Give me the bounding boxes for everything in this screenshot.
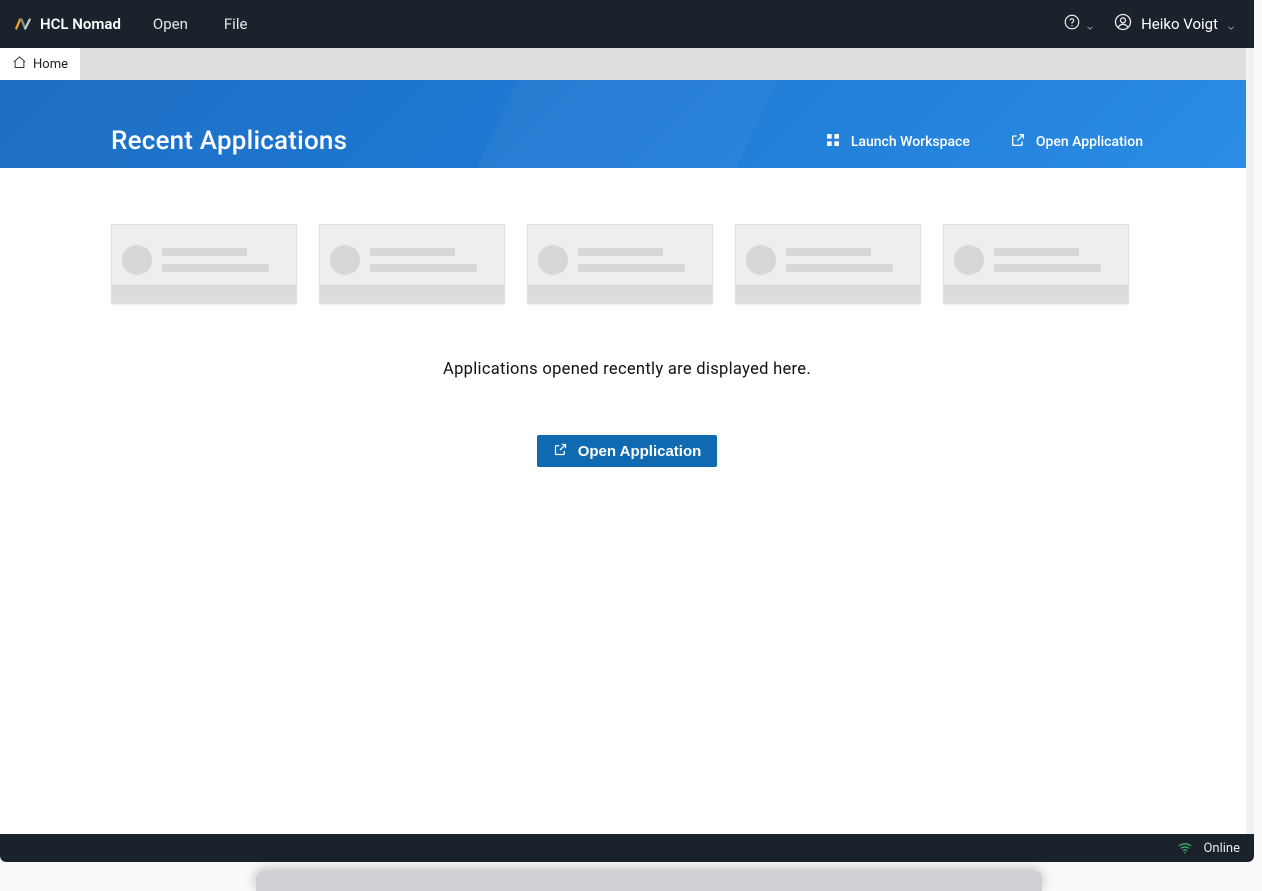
placeholder-avatar-icon <box>330 245 360 275</box>
launch-workspace-label: Launch Workspace <box>851 134 970 150</box>
placeholder-avatar-icon <box>538 245 568 275</box>
user-name: Heiko Voigt <box>1141 15 1218 33</box>
placeholder-cards <box>111 224 1143 304</box>
connection-status: Online <box>1203 841 1240 856</box>
tab-home-label: Home <box>33 57 68 72</box>
placeholder-card <box>527 224 713 304</box>
external-link-icon <box>553 442 568 461</box>
launch-workspace-button[interactable]: Launch Workspace <box>825 132 970 152</box>
top-bar-right: Heiko Voigt <box>1063 12 1254 36</box>
top-bar: HCL Nomad Open File Heiko Voigt <box>0 0 1254 48</box>
dock-peek <box>256 871 1042 891</box>
user-avatar-icon <box>1113 12 1133 36</box>
vertical-scrollbar[interactable] <box>1246 48 1254 862</box>
brand-name: HCL Nomad <box>40 15 121 33</box>
open-application-link[interactable]: Open Application <box>1010 132 1143 152</box>
chevron-down-icon <box>1085 19 1095 29</box>
open-application-button[interactable]: Open Application <box>537 435 718 467</box>
placeholder-avatar-icon <box>122 245 152 275</box>
tab-strip: Home <box>0 48 1254 80</box>
open-application-button-label: Open Application <box>578 443 702 460</box>
menu-open[interactable]: Open <box>135 15 206 33</box>
workspace-grid-icon <box>825 132 841 152</box>
user-menu[interactable]: Heiko Voigt <box>1113 12 1236 36</box>
banner-actions: Launch Workspace Open Application <box>825 132 1143 156</box>
brand-logo-icon <box>14 15 32 33</box>
app-window: HCL Nomad Open File Heiko Voigt <box>0 0 1254 862</box>
banner: Recent Applications Launch Workspace Ope… <box>0 80 1254 168</box>
placeholder-card <box>111 224 297 304</box>
chevron-down-icon <box>1226 19 1236 29</box>
content: Applications opened recently are display… <box>111 168 1143 467</box>
placeholder-card <box>943 224 1129 304</box>
external-link-icon <box>1010 132 1026 152</box>
home-icon <box>12 55 27 74</box>
placeholder-card <box>735 224 921 304</box>
placeholder-avatar-icon <box>954 245 984 275</box>
wifi-icon <box>1177 840 1193 856</box>
placeholder-card <box>319 224 505 304</box>
placeholder-avatar-icon <box>746 245 776 275</box>
menu-file[interactable]: File <box>206 15 266 33</box>
empty-state-text: Applications opened recently are display… <box>111 360 1143 379</box>
page-title: Recent Applications <box>111 126 825 156</box>
open-application-label: Open Application <box>1036 134 1143 150</box>
help-icon <box>1063 13 1081 35</box>
status-bar: Online <box>0 834 1254 862</box>
main-menu: Open File <box>135 15 266 33</box>
help-button[interactable] <box>1063 13 1095 35</box>
brand: HCL Nomad <box>0 15 135 33</box>
tab-home[interactable]: Home <box>0 48 80 80</box>
